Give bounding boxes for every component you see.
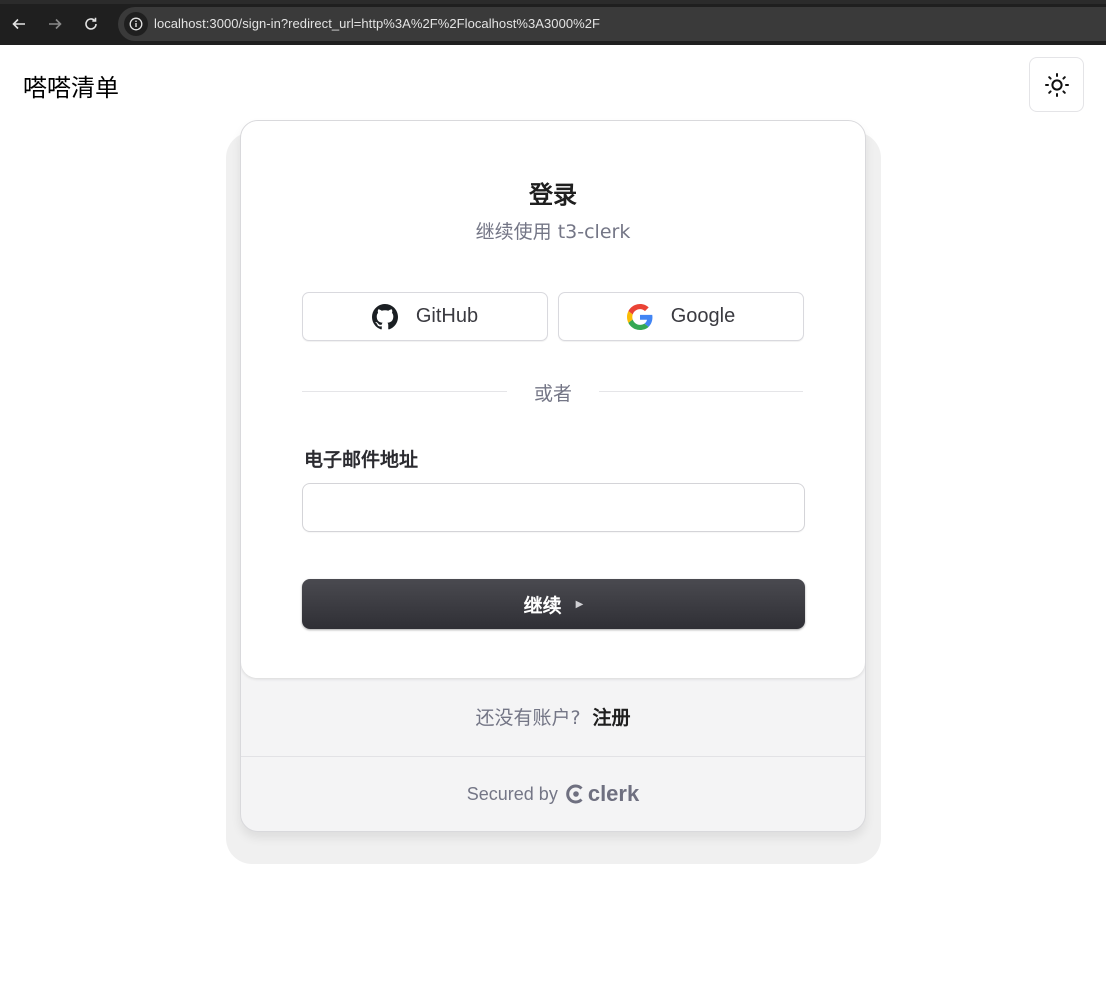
clerk-brand-text: clerk (587, 781, 640, 806)
github-icon (371, 303, 398, 329)
continue-button[interactable]: 继续 ▶ (302, 579, 805, 629)
reload-button[interactable] (80, 13, 102, 35)
sign-in-form-panel: 登录 继续使用 t3-clerk GitHub Google 或者 电子邮件地址… (241, 121, 865, 678)
signup-prompt: 还没有账户? (475, 707, 581, 729)
divider-text: 或者 (533, 383, 572, 405)
url-text[interactable]: localhost:3000/sign-in?redirect_url=http… (154, 16, 600, 31)
signup-link[interactable]: 注册 (593, 707, 631, 729)
triangle-right-icon: ▶ (575, 598, 584, 610)
card-subtitle: 继续使用 t3-clerk (475, 221, 631, 243)
card-title: 登录 (529, 181, 577, 209)
site-info-button[interactable] (124, 12, 148, 36)
secured-by-row: Secured by clerk (241, 781, 865, 807)
divider-line-right (599, 391, 803, 392)
back-button[interactable] (8, 13, 30, 35)
info-icon (129, 17, 143, 31)
github-sign-in-button[interactable]: GitHub (302, 292, 548, 341)
github-button-label: GitHub (415, 305, 479, 327)
arrow-right-icon (49, 18, 62, 30)
reload-icon (85, 17, 97, 30)
app-title: 嗒嗒清单 (23, 74, 119, 102)
google-sign-in-button[interactable]: Google (558, 292, 804, 341)
footer-divider (241, 756, 865, 757)
continue-button-label: 继续 (523, 594, 562, 617)
email-field[interactable] (302, 483, 805, 532)
signup-row: 还没有账户? 注册 (241, 703, 865, 730)
browser-toolbar: localhost:3000/sign-in?redirect_url=http… (0, 0, 1106, 45)
clerk-icon (566, 784, 583, 804)
clerk-logo[interactable]: clerk (566, 781, 639, 807)
arrow-left-icon (12, 18, 25, 30)
secured-by-text: Secured by (466, 783, 558, 804)
theme-toggle-button[interactable] (1029, 57, 1084, 112)
email-label: 电子邮件地址 (304, 449, 419, 471)
forward-button[interactable] (44, 13, 66, 35)
google-button-label: Google (670, 305, 736, 327)
sign-in-card: 登录 继续使用 t3-clerk GitHub Google 或者 电子邮件地址… (240, 120, 866, 832)
google-icon (626, 303, 653, 330)
address-bar[interactable]: localhost:3000/sign-in?redirect_url=http… (118, 7, 1106, 41)
sun-icon (1044, 72, 1069, 97)
